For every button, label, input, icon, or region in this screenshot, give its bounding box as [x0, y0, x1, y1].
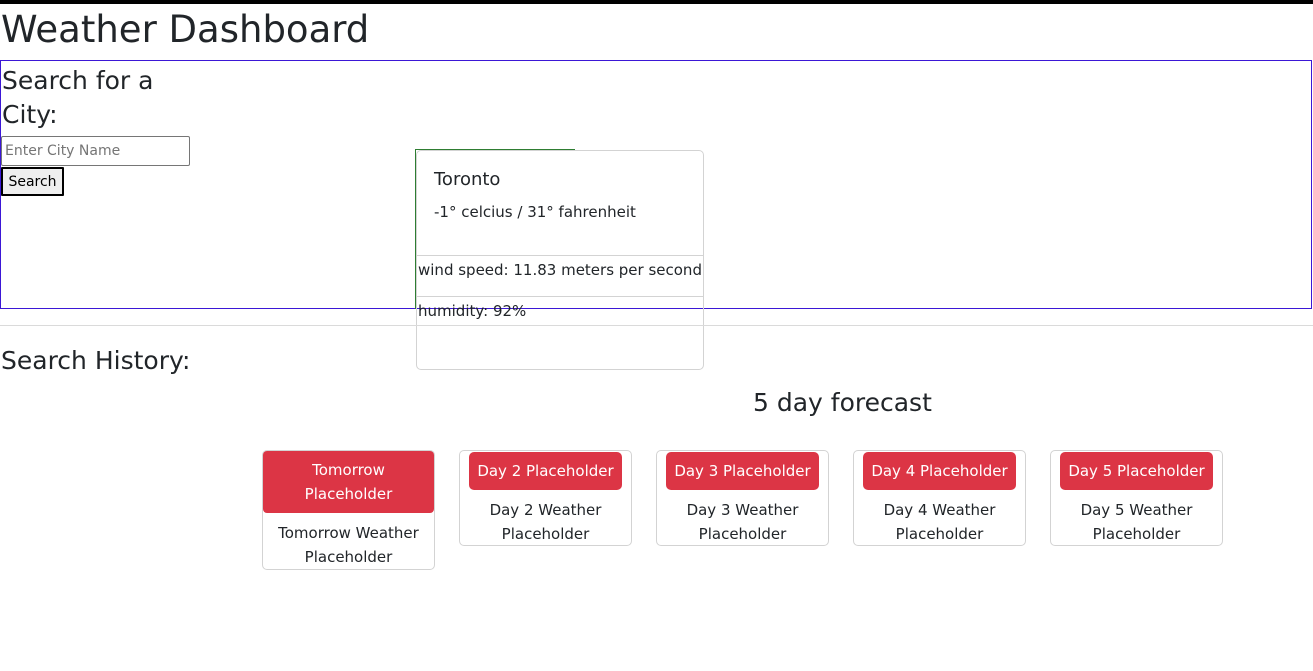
humidity-text: humidity: 92% — [418, 302, 527, 320]
forecast-card-day-4: Day 4 Placeholder Day 4 Weather Placehol… — [853, 450, 1026, 546]
current-temperature: -1° celcius / 31° fahrenheit — [434, 203, 636, 221]
forecast-day-4-button[interactable]: Day 4 Placeholder — [863, 452, 1016, 490]
forecast-day-1-button[interactable]: Tomorrow Placeholder — [263, 451, 434, 513]
city-search-input[interactable] — [1, 136, 190, 166]
search-button[interactable]: Search — [1, 167, 64, 196]
humidity-row: humidity: 92% — [416, 296, 704, 326]
search-history-heading: Search History: — [1, 346, 191, 375]
page-title: Weather Dashboard — [1, 8, 370, 51]
forecast-day-2-button[interactable]: Day 2 Placeholder — [469, 452, 622, 490]
forecast-day-1-weather: Tomorrow Weather Placeholder — [278, 524, 419, 566]
forecast-heading: 5 day forecast — [753, 388, 932, 417]
forecast-day-5-button[interactable]: Day 5 Placeholder — [1060, 452, 1213, 490]
forecast-day-2-weather: Day 2 Weather Placeholder — [489, 501, 602, 543]
current-city-name: Toronto — [434, 169, 501, 190]
forecast-card-day-2: Day 2 Placeholder Day 2 Weather Placehol… — [459, 450, 632, 546]
forecast-day-3-button[interactable]: Day 3 Placeholder — [666, 452, 819, 490]
wind-speed-row: wind speed: 11.83 meters per second — [416, 255, 704, 296]
forecast-day-4-weather: Day 4 Weather Placeholder — [883, 501, 996, 543]
forecast-card-day-1: Tomorrow Placeholder Tomorrow Weather Pl… — [262, 450, 435, 570]
section-divider — [0, 325, 1313, 326]
forecast-card-day-3: Day 3 Placeholder Day 3 Weather Placehol… — [656, 450, 829, 546]
forecast-day-5-weather: Day 5 Weather Placeholder — [1080, 501, 1193, 543]
search-heading: Search for a City: — [2, 66, 154, 129]
forecast-card-day-5: Day 5 Placeholder Day 5 Weather Placehol… — [1050, 450, 1223, 546]
forecast-day-3-weather: Day 3 Weather Placeholder — [686, 501, 799, 543]
wind-speed-text: wind speed: 11.83 meters per second — [418, 261, 702, 279]
